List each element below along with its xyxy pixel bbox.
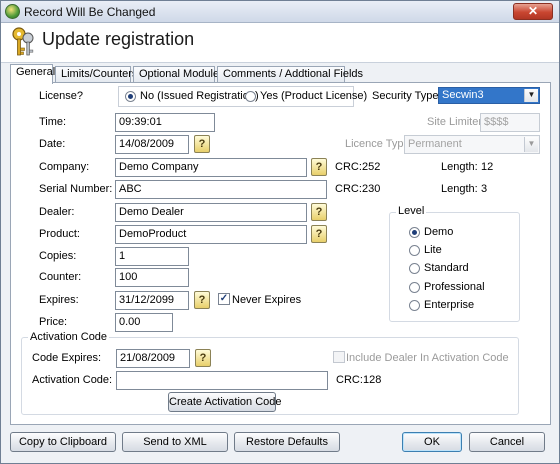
security-type-select[interactable]: Secwin3 ▼ <box>438 87 540 104</box>
level-professional-label[interactable]: Professional <box>424 281 485 293</box>
level-enterprise-radio[interactable] <box>409 300 420 311</box>
license-yes-label[interactable]: Yes (Product License) <box>260 90 367 102</box>
expires-field[interactable]: 31/12/2099 <box>115 291 189 310</box>
keys-icon <box>12 27 34 56</box>
product-field[interactable]: DemoProduct <box>115 225 307 244</box>
dealer-field[interactable]: Demo Dealer <box>115 203 307 222</box>
company-length-label: Length: <box>441 161 478 173</box>
activation-group-label: Activation Code <box>28 331 110 343</box>
date-field[interactable]: 14/08/2009 <box>115 135 189 154</box>
general-tab-panel: License? No (Issued Registration) Yes (P… <box>10 82 551 425</box>
date-label: Date: <box>39 138 66 150</box>
ok-button[interactable]: OK <box>402 432 462 452</box>
price-field[interactable]: 0.00 <box>115 313 173 332</box>
serial-length-label: Length: <box>441 183 478 195</box>
tab-limits-counters[interactable]: Limits/Counters <box>55 66 137 83</box>
cancel-button[interactable]: Cancel <box>469 432 545 452</box>
send-to-xml-button[interactable]: Send to XML <box>122 432 228 452</box>
activation-crc-value: 128 <box>363 374 382 386</box>
code-expires-lookup-button[interactable]: ? <box>195 349 211 367</box>
activation-crc-label: CRC: <box>336 374 363 386</box>
never-expires-label[interactable]: Never Expires <box>232 294 301 306</box>
activation-code-field[interactable] <box>116 371 328 390</box>
site-limiter-field[interactable]: $$$$ <box>480 113 540 132</box>
level-lite-label[interactable]: Lite <box>424 244 442 256</box>
serial-crc-value: 230 <box>362 183 381 195</box>
level-enterprise-label[interactable]: Enterprise <box>424 299 474 311</box>
licence-type-value: Permanent <box>408 138 462 150</box>
serial-number-label: Serial Number: <box>39 183 113 195</box>
license-no-label[interactable]: No (Issued Registration) <box>140 90 259 102</box>
level-group-label: Level <box>396 205 427 217</box>
copies-label: Copies: <box>39 250 77 262</box>
level-groupbox: Level Demo Lite Standard Professional En… <box>389 205 520 322</box>
chevron-down-icon[interactable]: ▼ <box>524 137 538 152</box>
title-bar[interactable]: Record Will Be Changed ✕ <box>1 1 559 23</box>
chevron-down-icon[interactable]: ▼ <box>524 89 538 102</box>
license-no-radio[interactable] <box>125 91 136 102</box>
security-type-label: Security Type: <box>372 90 442 102</box>
counter-label: Counter: <box>39 271 82 283</box>
time-label: Time: <box>39 116 67 128</box>
dealer-lookup-button[interactable]: ? <box>311 203 327 221</box>
level-standard-radio[interactable] <box>409 263 420 274</box>
level-demo-label[interactable]: Demo <box>424 226 453 238</box>
include-dealer-checkbox[interactable] <box>333 351 345 363</box>
restore-defaults-button[interactable]: Restore Defaults <box>234 432 340 452</box>
app-globe-icon <box>5 4 20 19</box>
license-label: License? <box>39 90 84 102</box>
site-limiter-label: Site Limiter: <box>427 116 486 128</box>
code-expires-label: Code Expires: <box>32 352 102 364</box>
level-professional-radio[interactable] <box>409 282 420 293</box>
licence-type-label: Licence Type: <box>345 138 413 150</box>
company-crc-value: 252 <box>362 161 381 173</box>
serial-crc-label: CRC: <box>335 183 362 195</box>
dialog-window: Record Will Be Changed ✕ Update registra… <box>0 0 560 464</box>
date-lookup-button[interactable]: ? <box>194 135 210 153</box>
never-expires-checkbox[interactable]: ✓ <box>218 293 230 305</box>
include-dealer-label[interactable]: Include Dealer In Activation Code <box>346 352 509 364</box>
level-standard-label[interactable]: Standard <box>424 262 469 274</box>
copy-to-clipboard-button[interactable]: Copy to Clipboard <box>10 432 116 452</box>
security-type-value: Secwin3 <box>442 89 484 101</box>
product-label: Product: <box>39 228 80 240</box>
activation-code-label: Activation Code: <box>32 374 113 386</box>
license-yes-radio[interactable] <box>245 91 256 102</box>
company-length-value: 12 <box>481 161 494 173</box>
page-title: Update registration <box>42 29 195 49</box>
tab-general[interactable]: General <box>10 64 55 84</box>
serial-length-value: 3 <box>481 183 488 195</box>
close-button[interactable]: ✕ <box>513 3 553 20</box>
company-crc-label: CRC: <box>335 161 362 173</box>
activation-groupbox: Activation Code Code Expires: 21/08/2009… <box>21 331 519 415</box>
company-field[interactable]: Demo Company <box>115 158 307 177</box>
tab-comments-fields[interactable]: Comments / Addtional Fields <box>217 66 363 83</box>
copies-field[interactable]: 1 <box>115 247 189 266</box>
dialog-header: Update registration <box>1 23 559 63</box>
licence-type-select[interactable]: Permanent ▼ <box>404 135 540 154</box>
product-lookup-button[interactable]: ? <box>311 225 327 243</box>
company-lookup-button[interactable]: ? <box>311 158 327 176</box>
company-label: Company: <box>39 161 90 173</box>
expires-label: Expires: <box>39 294 79 306</box>
level-lite-radio[interactable] <box>409 245 420 256</box>
expires-lookup-button[interactable]: ? <box>194 291 210 309</box>
price-label: Price: <box>39 316 68 328</box>
create-activation-code-button[interactable]: Create Activation Code <box>168 392 282 412</box>
level-demo-radio[interactable] <box>409 227 420 238</box>
window-title: Record Will Be Changed <box>24 5 156 19</box>
dealer-label: Dealer: <box>39 206 75 218</box>
counter-field[interactable]: 100 <box>115 268 189 287</box>
tab-optional-modules[interactable]: Optional Modules <box>133 66 225 83</box>
time-field[interactable]: 09:39:01 <box>115 113 215 132</box>
code-expires-field[interactable]: 21/08/2009 <box>116 349 190 368</box>
serial-number-field[interactable]: ABC <box>115 180 327 199</box>
license-radio-group: No (Issued Registration) Yes (Product Li… <box>118 86 367 107</box>
